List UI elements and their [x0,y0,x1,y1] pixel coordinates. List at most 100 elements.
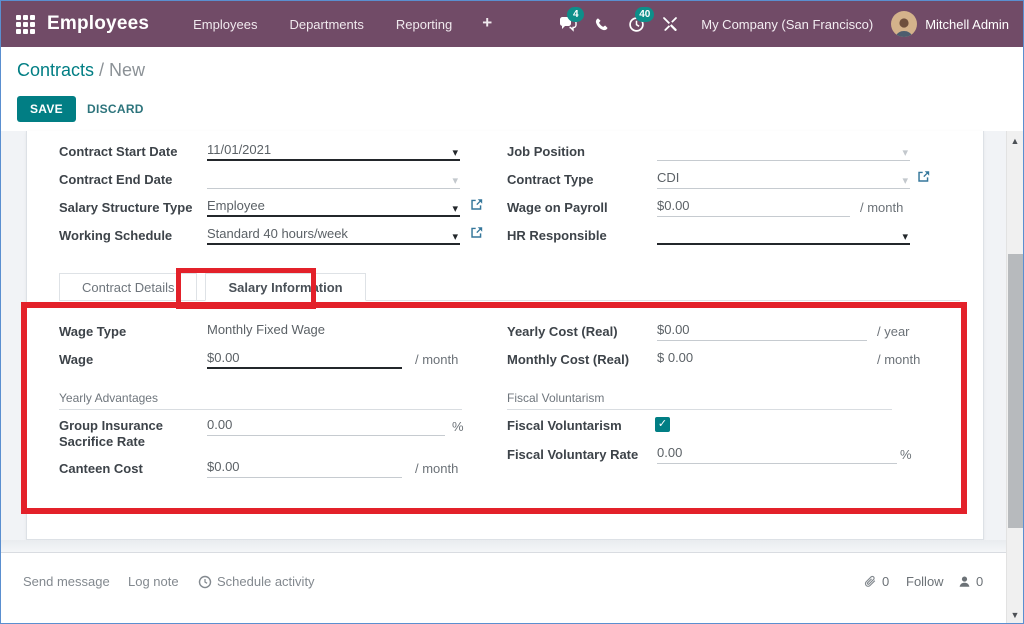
label-salary-structure-type: Salary Structure Type [59,200,207,216]
top-navbar: Employees Employees Departments Reportin… [1,1,1023,47]
plus-menu-icon[interactable]: + [472,11,502,38]
field-contract-start-date[interactable]: 11/01/2021 ▾ [207,141,460,161]
suffix-per-month: / month [415,460,458,478]
messages-icon[interactable]: 4 [551,1,585,47]
caret-down-icon[interactable]: ▾ [902,172,908,190]
send-message-button[interactable]: Send message [23,574,110,589]
field-salary-structure-type[interactable]: Employee ▾ [207,197,460,217]
label-contract-start-date: Contract Start Date [59,144,207,160]
menu-departments[interactable]: Departments [277,11,375,38]
fiscal-voluntarism-checkbox[interactable]: ✓ [655,417,670,432]
field-yearly-cost[interactable]: $0.00 [657,321,867,341]
apps-grid-icon[interactable] [16,15,35,34]
label-contract-end-date: Contract End Date [59,172,207,188]
breadcrumb-separator: / [94,60,109,80]
field-group-insurance-sacrifice-rate[interactable]: 0.00 [207,416,445,436]
menu-reporting[interactable]: Reporting [384,11,464,38]
caret-down-icon[interactable]: ▾ [902,144,908,162]
paperclip-icon [863,575,877,589]
followers-count: 0 [976,574,983,589]
phone-icon[interactable] [585,1,619,47]
user-menu[interactable]: Mitchell Admin [891,11,1023,37]
follower-person-icon [958,575,971,588]
sheet-shadow [1,540,1008,552]
external-link-icon[interactable] [470,226,483,242]
scroll-up-icon[interactable]: ▲ [1007,136,1023,146]
label-contract-type: Contract Type [507,172,655,188]
app-title: Employees [47,13,149,35]
company-switcher[interactable]: My Company (San Francisco) [687,17,891,32]
label-job-position: Job Position [507,144,655,160]
suffix-per-month: / month [877,351,920,369]
clock-icon [198,575,212,589]
followers-button[interactable]: 0 [958,574,983,589]
label-wage-type: Wage Type [59,324,207,340]
suffix-per-month: / month [860,199,903,217]
label-hr-responsible: HR Responsible [507,228,655,244]
menu-employees[interactable]: Employees [181,11,269,38]
field-wage[interactable]: $0.00 [207,349,402,369]
tools-wrench-icon[interactable] [653,1,687,47]
form-sheet: Contract Start Date 11/01/2021 ▾ Contrac… [26,131,984,540]
follow-button[interactable]: Follow [906,574,944,589]
vertical-scrollbar[interactable]: ▲ ▼ [1006,131,1023,624]
label-monthly-cost: Monthly Cost (Real) [507,352,655,368]
attachments-button[interactable]: 0 [863,574,889,589]
field-wage-on-payroll[interactable]: $0.00 [657,197,850,217]
navbar-right: 4 40 My Company ( [551,1,1023,47]
section-fiscal-voluntarism: Fiscal Voluntarism [507,391,604,405]
suffix-per-month: / month [415,351,458,369]
notebook-tabs: Contract Details Salary Information [59,273,960,301]
field-working-schedule[interactable]: Standard 40 hours/week ▾ [207,225,460,245]
breadcrumb: Contracts / New [17,60,145,81]
field-wage-type: Monthly Fixed Wage [207,321,460,341]
section-divider [507,409,892,410]
check-icon: ✓ [658,418,667,430]
external-link-icon[interactable] [917,170,930,186]
chatter-panel: Send message Log note Schedule activity … [1,552,1008,624]
field-hr-responsible[interactable]: ▾ [657,225,910,245]
form-view-area: Contract Start Date 11/01/2021 ▾ Contrac… [1,131,1008,624]
label-canteen-cost: Canteen Cost [59,461,207,477]
section-yearly-advantages: Yearly Advantages [59,391,158,405]
scrollbar-thumb[interactable] [1008,254,1023,528]
label-working-schedule: Working Schedule [59,228,207,244]
caret-down-icon[interactable]: ▾ [452,172,458,190]
activities-icon[interactable]: 40 [619,1,653,47]
label-yearly-cost: Yearly Cost (Real) [507,324,655,340]
section-divider [59,409,462,410]
caret-down-icon[interactable]: ▾ [452,200,458,218]
scroll-down-icon[interactable]: ▼ [1007,610,1023,620]
discard-button[interactable]: DISCARD [81,96,150,122]
caret-down-icon[interactable]: ▾ [902,228,908,246]
tab-contract-details[interactable]: Contract Details [59,273,197,301]
label-wage-on-payroll: Wage on Payroll [507,200,655,216]
breadcrumb-contracts-link[interactable]: Contracts [17,60,94,80]
label-fiscal-voluntary-rate: Fiscal Voluntary Rate [507,447,655,463]
control-panel: Contracts / New SAVE DISCARD [1,47,1008,131]
breadcrumb-current: New [109,60,145,80]
messages-count-badge: 4 [567,7,584,22]
field-monthly-cost: $ 0.00 [657,349,867,369]
caret-down-icon[interactable]: ▾ [452,228,458,246]
user-name: Mitchell Admin [925,17,1009,32]
field-contract-end-date[interactable]: ▾ [207,169,460,189]
app-window: Employees Employees Departments Reportin… [0,0,1024,624]
field-fiscal-voluntary-rate[interactable]: 0.00 [657,444,897,464]
suffix-per-year: / year [877,323,910,341]
suffix-percent: % [900,446,912,464]
suffix-percent: % [452,418,464,436]
label-wage: Wage [59,352,207,368]
label-fiscal-voluntarism: Fiscal Voluntarism [507,418,655,434]
field-job-position[interactable]: ▾ [657,141,910,161]
log-note-button[interactable]: Log note [128,574,179,589]
field-contract-type[interactable]: CDI ▾ [657,169,910,189]
activities-count-badge: 40 [635,7,654,22]
save-button[interactable]: SAVE [17,96,76,122]
schedule-activity-button[interactable]: Schedule activity [198,574,315,589]
external-link-icon[interactable] [470,198,483,214]
field-canteen-cost[interactable]: $0.00 [207,458,402,478]
tab-salary-information[interactable]: Salary Information [205,273,365,301]
caret-down-icon[interactable]: ▾ [452,144,458,162]
attachments-count: 0 [882,574,889,589]
